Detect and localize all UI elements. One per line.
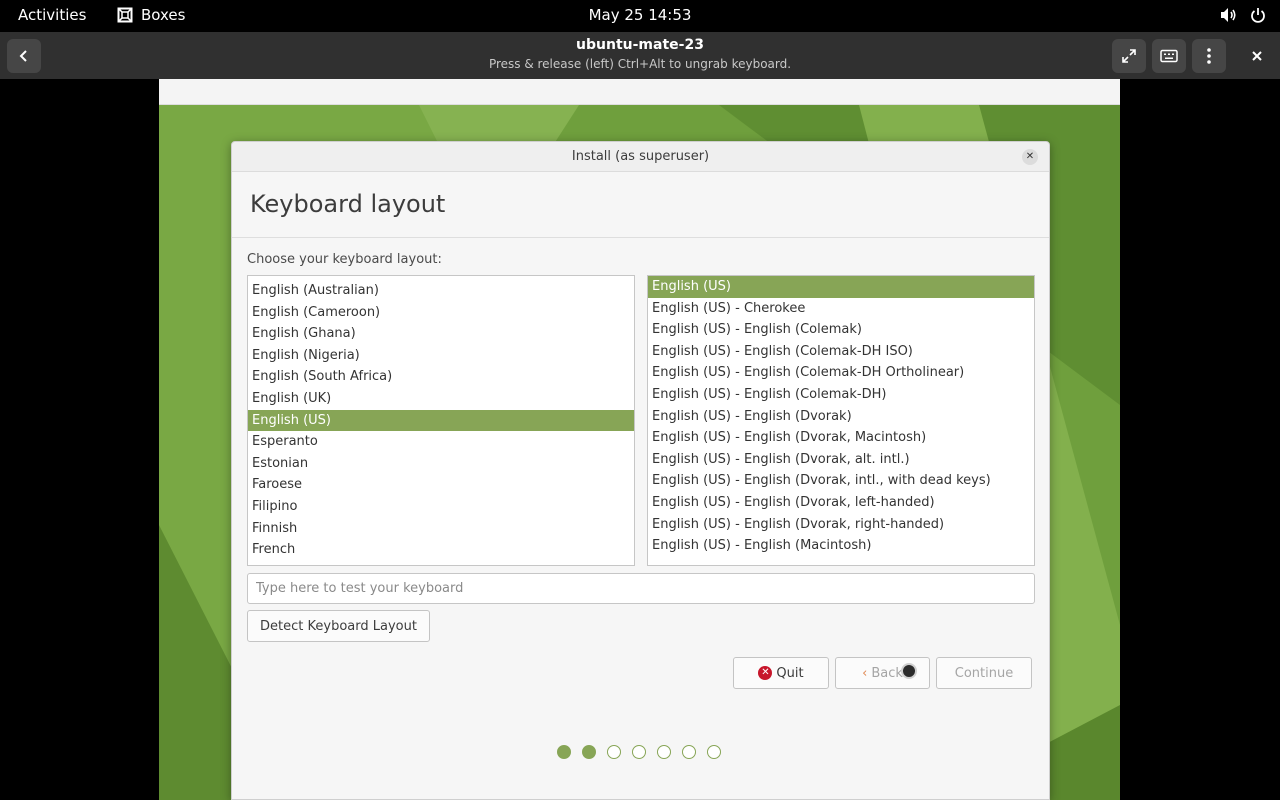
continue-button[interactable]: Continue <box>936 657 1032 689</box>
progress-dot <box>607 745 621 759</box>
layout-list-item[interactable]: Faroese <box>248 474 634 496</box>
variant-list-item[interactable]: English (US) - English (Macintosh) <box>648 535 1034 557</box>
ungrab-hint: Press & release (left) Ctrl+Alt to ungra… <box>488 57 792 71</box>
app-name: Boxes <box>141 6 186 24</box>
app-menu[interactable]: Boxes <box>117 6 185 24</box>
close-button[interactable] <box>1240 39 1274 73</box>
keyboard-icon <box>1160 49 1178 63</box>
variant-list-item[interactable]: English (US) - English (Dvorak, right-ha… <box>648 514 1034 536</box>
variant-list-item[interactable]: English (US) - English (Colemak-DH Ortho… <box>648 362 1034 384</box>
variant-list-item[interactable]: English (US) - English (Dvorak, intl., w… <box>648 470 1034 492</box>
detect-button-label: Detect Keyboard Layout <box>260 618 417 634</box>
boxes-header-bar: ubuntu-mate-23 Press & release (left) Ct… <box>0 32 1280 79</box>
layout-list-item[interactable]: English (Ghana) <box>248 323 634 345</box>
volume-icon <box>1221 8 1236 22</box>
power-icon <box>1251 8 1265 23</box>
variant-list-item[interactable]: English (US) - English (Dvorak, alt. int… <box>648 449 1034 471</box>
variant-list-item[interactable]: English (US) - English (Colemak) <box>648 319 1034 341</box>
detect-keyboard-layout-button[interactable]: Detect Keyboard Layout <box>247 610 430 642</box>
layout-list-item[interactable]: English (South Africa) <box>248 366 634 388</box>
layout-list-item[interactable]: Filipino <box>248 496 634 518</box>
window-close-button[interactable]: ✕ <box>1022 149 1038 165</box>
mouse-cursor <box>901 663 917 679</box>
layout-list-item[interactable]: English (Nigeria) <box>248 345 634 367</box>
send-keys-button[interactable] <box>1152 39 1186 73</box>
variant-list-item[interactable]: English (US) - English (Dvorak, left-han… <box>648 492 1034 514</box>
installer-window-title: Install (as superuser) <box>571 149 710 164</box>
progress-dot <box>582 745 596 759</box>
installer-titlebar[interactable]: Install (as superuser) ✕ <box>232 142 1049 172</box>
layout-list-item[interactable]: Esperanto <box>248 431 634 453</box>
keyboard-test-input[interactable] <box>247 573 1035 604</box>
layout-list-item[interactable]: English (UK) <box>248 388 634 410</box>
progress-dot <box>557 745 571 759</box>
variant-list-item[interactable]: English (US) - English (Colemak-DH) <box>648 384 1034 406</box>
gnome-top-bar: Activities Boxes May 25 14:53 <box>0 0 1280 32</box>
variant-list-item[interactable]: English (US) - Cherokee <box>648 298 1034 320</box>
layout-list-item[interactable]: English (US) <box>248 409 634 432</box>
quit-icon: ✕ <box>758 666 773 680</box>
system-tray[interactable] <box>1220 7 1266 23</box>
kebab-menu-icon <box>1207 48 1211 64</box>
close-icon: ✕ <box>1025 151 1035 162</box>
clock[interactable]: May 25 14:53 <box>589 6 692 24</box>
fullscreen-button[interactable] <box>1112 39 1146 73</box>
layout-list-item[interactable]: English (Australian) <box>248 280 634 302</box>
variant-list-item[interactable]: English (US) <box>648 276 1034 298</box>
progress-dot <box>707 745 721 759</box>
progress-dot <box>632 745 646 759</box>
layout-list-item[interactable]: Estonian <box>248 453 634 475</box>
continue-button-label: Continue <box>954 665 1014 681</box>
page-title: Keyboard layout <box>250 190 446 218</box>
variant-list-item[interactable]: English (US) - English (Dvorak) <box>648 406 1034 428</box>
quit-button[interactable]: ✕ Quit <box>733 657 829 689</box>
quit-button-label: Quit <box>776 665 804 681</box>
close-icon <box>1252 51 1262 61</box>
variant-list[interactable]: English (US) English (US) - Cherokee Engli… <box>647 275 1035 566</box>
guest-top-panel <box>159 79 1120 105</box>
boxes-icon <box>117 7 133 23</box>
variant-list-item[interactable]: English (US) - English (Colemak-DH ISO) <box>648 341 1034 363</box>
layout-list-item[interactable]: Finnish <box>248 518 634 540</box>
divider <box>232 237 1049 238</box>
back-button-label: Back <box>871 665 903 681</box>
fullscreen-icon <box>1122 49 1136 63</box>
progress-dots <box>557 745 721 759</box>
progress-dot <box>657 745 671 759</box>
back-arrow-icon: ‹ <box>862 665 868 681</box>
progress-dot <box>682 745 696 759</box>
layout-list[interactable]: English (Australian) English (Cameroon) En… <box>247 275 635 566</box>
installer-window: Install (as superuser) ✕ Keyboard layout… <box>231 141 1050 800</box>
choose-layout-label: Choose your keyboard layout: <box>247 252 442 267</box>
layout-list-item[interactable]: English (Cameroon) <box>248 302 634 324</box>
variant-list-item[interactable]: English (US) - English (Dvorak, Macintos… <box>648 427 1034 449</box>
vm-title: ubuntu-mate-23 <box>576 37 704 53</box>
menu-button[interactable] <box>1192 39 1226 73</box>
activities-button[interactable]: Activities <box>18 6 86 24</box>
layout-list-item[interactable]: French <box>248 539 634 561</box>
